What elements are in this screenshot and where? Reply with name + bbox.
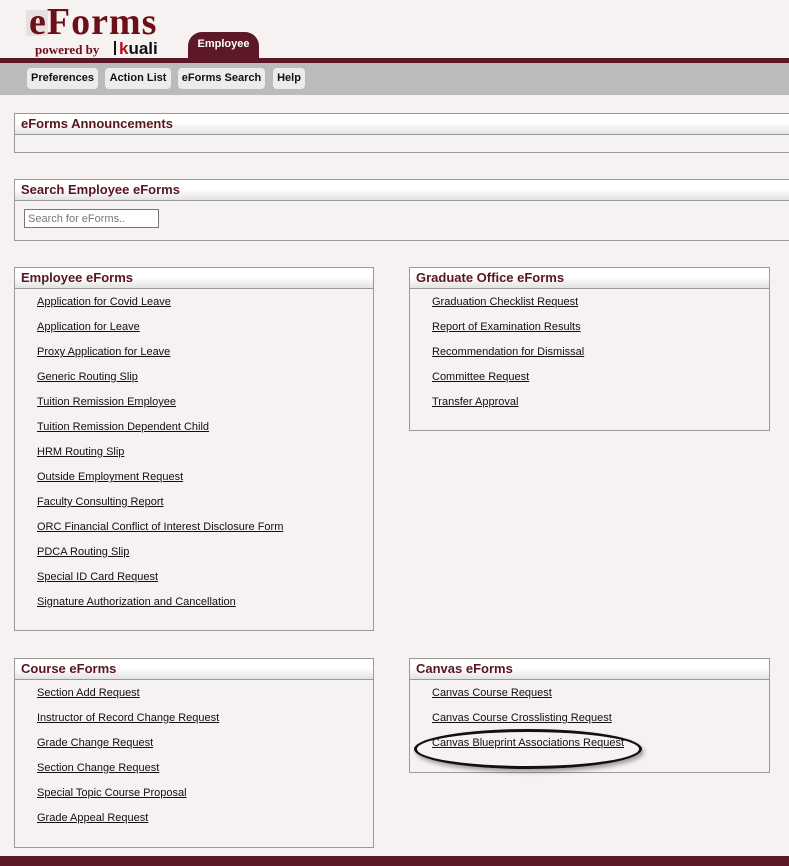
preferences-button[interactable]: Preferences [27,68,98,89]
kuali-logo: kuali [114,39,158,59]
action-list-button[interactable]: Action List [105,68,171,89]
link-tuition-remission-dependent[interactable]: Tuition Remission Dependent Child [37,421,209,433]
announcements-title: eForms Announcements [15,114,789,135]
eforms-logo[interactable]: eForms powered by kuali [26,1,166,59]
link-special-id-card[interactable]: Special ID Card Request [37,571,158,583]
eforms-search-button[interactable]: eForms Search [178,68,265,89]
canvas-eforms-panel: Canvas eForms Canvas Course Request Canv… [409,658,770,773]
link-orc-coi-disclosure[interactable]: ORC Financial Conflict of Interest Discl… [37,521,283,533]
announcements-panel: eForms Announcements [14,113,789,153]
link-tuition-remission-employee[interactable]: Tuition Remission Employee [37,396,176,408]
link-section-change[interactable]: Section Change Request [37,762,159,774]
link-signature-authorization[interactable]: Signature Authorization and Cancellation [37,596,236,608]
link-grade-appeal[interactable]: Grade Appeal Request [37,812,148,824]
link-outside-employment[interactable]: Outside Employment Request [37,471,183,483]
graduate-eforms-title: Graduate Office eForms [410,268,769,289]
link-examination-results[interactable]: Report of Examination Results [432,321,581,333]
header: eForms powered by kuali Employee [0,0,789,63]
employee-eforms-title: Employee eForms [15,268,373,289]
graduate-eforms-panel: Graduate Office eForms Graduation Checkl… [409,267,770,431]
link-transfer-approval[interactable]: Transfer Approval [432,396,518,408]
link-pdca-routing-slip[interactable]: PDCA Routing Slip [37,546,129,558]
link-special-topic-course[interactable]: Special Topic Course Proposal [37,787,187,799]
link-instructor-record-change[interactable]: Instructor of Record Change Request [37,712,219,724]
link-graduation-checklist[interactable]: Graduation Checklist Request [432,296,578,308]
link-application-covid-leave[interactable]: Application for Covid Leave [37,296,171,308]
course-eforms-panel: Course eForms Section Add Request Instru… [14,658,374,848]
logo-powered-by: powered by [35,42,100,57]
search-title: Search Employee eForms [15,180,789,201]
search-panel: Search Employee eForms [14,179,789,241]
kuali-text: uali [128,39,158,58]
course-eforms-list: Section Add Request Instructor of Record… [15,680,373,830]
link-committee-request[interactable]: Committee Request [432,371,529,383]
link-proxy-application-leave[interactable]: Proxy Application for Leave [37,346,170,358]
footer-bar [0,856,789,866]
link-generic-routing-slip[interactable]: Generic Routing Slip [37,371,138,383]
employee-eforms-list: Application for Covid Leave Application … [15,289,373,614]
link-recommendation-dismissal[interactable]: Recommendation for Dismissal [432,346,584,358]
link-canvas-course[interactable]: Canvas Course Request [432,687,552,699]
link-grade-change[interactable]: Grade Change Request [37,737,153,749]
link-canvas-blueprint[interactable]: Canvas Blueprint Associations Request [432,737,624,749]
tab-employee[interactable]: Employee [188,32,259,58]
graduate-eforms-list: Graduation Checklist Request Report of E… [410,289,769,414]
help-button[interactable]: Help [273,68,305,89]
search-input[interactable] [24,209,159,228]
link-canvas-crosslisting[interactable]: Canvas Course Crosslisting Request [432,712,612,724]
link-application-leave[interactable]: Application for Leave [37,321,140,333]
course-eforms-title: Course eForms [15,659,373,680]
nav-bar: Preferences Action List eForms Search He… [0,63,789,95]
link-section-add[interactable]: Section Add Request [37,687,140,699]
link-hrm-routing-slip[interactable]: HRM Routing Slip [37,446,124,458]
employee-eforms-panel: Employee eForms Application for Covid Le… [14,267,374,631]
link-faculty-consulting[interactable]: Faculty Consulting Report [37,496,164,508]
canvas-eforms-title: Canvas eForms [410,659,769,680]
logo-title: eForms [29,1,158,43]
canvas-eforms-list: Canvas Course Request Canvas Course Cros… [410,680,769,755]
